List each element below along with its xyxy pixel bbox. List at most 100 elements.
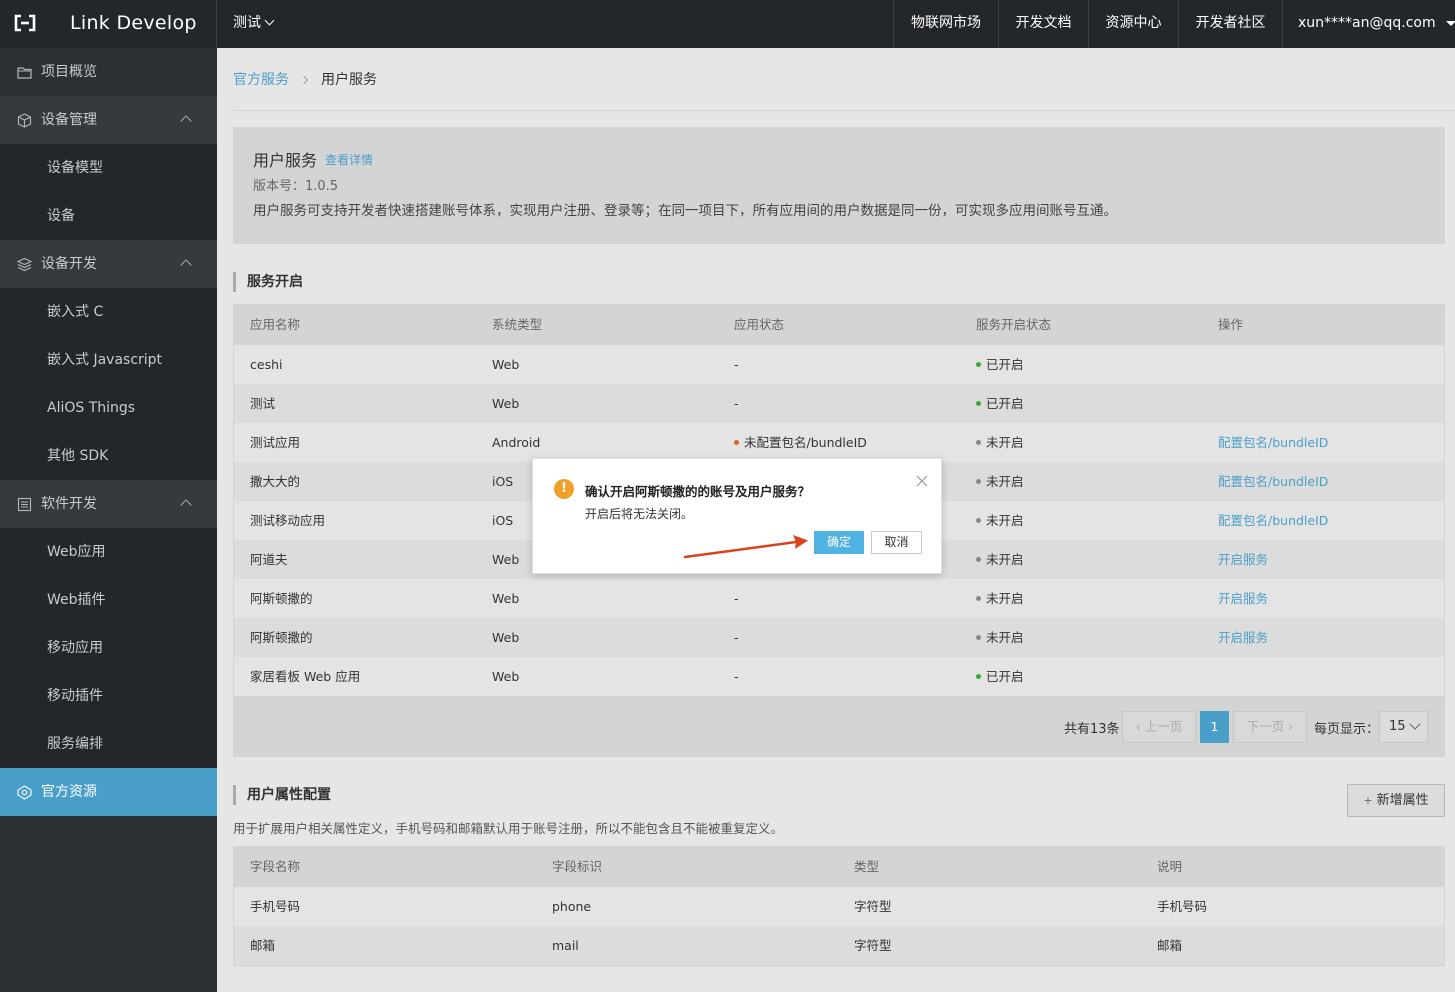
status-dot-icon: [976, 596, 981, 601]
sidebar-item-label: 设备开发: [41, 256, 97, 272]
service-status: 已开启: [976, 384, 1024, 423]
list-icon: [17, 497, 32, 512]
sidebar-item-device-model[interactable]: 设备模型: [0, 144, 217, 192]
config-bundle-link[interactable]: 配置包名/bundleID: [1218, 462, 1328, 501]
cancel-button[interactable]: 取消: [871, 531, 922, 554]
section-title-service-enable: 服务开启: [233, 272, 303, 292]
app-status: -: [734, 669, 739, 684]
field-name: 手机号码: [250, 899, 301, 914]
nav-dev-docs[interactable]: 开发文档: [999, 0, 1088, 48]
sidebar-item-mobile-plugin[interactable]: 移动插件: [0, 672, 217, 720]
config-bundle-link[interactable]: 配置包名/bundleID: [1218, 501, 1328, 540]
table-row: 阿斯顿撒的 Web - 未开启 开启服务: [234, 618, 1444, 657]
sidebar-group-software-dev[interactable]: 软件开发: [0, 480, 217, 528]
nav-dev-community[interactable]: 开发者社区: [1179, 0, 1282, 48]
table-row: 邮箱 mail 字符型 邮箱: [234, 926, 1444, 965]
sidebar-item-label: 嵌入式 Javascript: [47, 352, 163, 368]
prev-page-button[interactable]: ‹ 上一页: [1122, 711, 1196, 743]
status-dot-icon: [734, 440, 739, 445]
chevron-right-icon: ›: [1284, 719, 1294, 734]
chevron-right-icon: [299, 75, 309, 85]
sidebar-item-label: 移动应用: [47, 640, 103, 656]
chevron-up-icon: [180, 115, 192, 127]
sidebar-item-device[interactable]: 设备: [0, 192, 217, 240]
sidebar-item-overview[interactable]: 项目概览: [0, 48, 217, 96]
section-title-user-attributes: 用户属性配置: [233, 785, 331, 805]
column-header: 说明: [1157, 859, 1183, 874]
nav-resource-center[interactable]: 资源中心: [1089, 0, 1178, 48]
sidebar-item-service-orchestration[interactable]: 服务编排: [0, 720, 217, 768]
service-description: 用户服务可支持开发者快速搭建账号体系，实现用户注册、登录等；在同一项目下，所有应…: [253, 203, 1117, 219]
plus-icon: +: [1363, 794, 1373, 807]
status-dot-icon: [976, 518, 981, 523]
page-size-select[interactable]: 15: [1379, 711, 1428, 743]
sidebar-item-label: 官方资源: [41, 784, 97, 800]
pagination-total: 共有13条: [1064, 722, 1120, 737]
status-dot-icon: [976, 440, 981, 445]
sidebar-item-other-sdk[interactable]: 其他 SDK: [0, 432, 217, 480]
logo-icon[interactable]: [12, 12, 38, 34]
sidebar-item-label: Web应用: [47, 544, 106, 560]
sidebar-item-label: 服务编排: [47, 736, 103, 752]
service-status-text: 未开启: [986, 630, 1024, 645]
column-header: 应用名称: [250, 317, 301, 332]
sidebar-item-embedded-c[interactable]: 嵌入式 C: [0, 288, 217, 336]
status-dot-icon: [976, 362, 981, 367]
sidebar-item-alios-things[interactable]: AliOS Things: [0, 384, 217, 432]
column-header: 操作: [1218, 317, 1244, 332]
view-details-link[interactable]: 查看详情: [325, 151, 373, 168]
user-account[interactable]: xun****an@qq.com: [1298, 0, 1436, 48]
service-status-text: 已开启: [986, 357, 1024, 372]
chevron-up-icon: [180, 499, 192, 511]
divider: [1282, 0, 1283, 48]
sidebar-group-device-management[interactable]: 设备管理: [0, 96, 217, 144]
app-name: ceshi: [250, 357, 283, 372]
service-status: 已开启: [976, 345, 1024, 384]
layers-icon: [17, 257, 32, 272]
sidebar-item-web-app[interactable]: Web应用: [0, 528, 217, 576]
breadcrumb-link-official-services[interactable]: 官方服务: [233, 72, 289, 88]
close-icon[interactable]: [914, 473, 930, 489]
config-bundle-link[interactable]: 配置包名/bundleID: [1218, 423, 1328, 462]
sidebar-item-official-resources[interactable]: 官方资源: [0, 768, 217, 816]
caret-down-icon[interactable]: [1446, 21, 1455, 26]
project-selector[interactable]: 测试: [233, 0, 275, 48]
chevron-down-icon: [264, 15, 275, 26]
sidebar-group-device-dev[interactable]: 设备开发: [0, 240, 217, 288]
service-status-text: 未开启: [986, 552, 1024, 567]
enable-service-link[interactable]: 开启服务: [1218, 579, 1268, 618]
sidebar-item-embedded-js[interactable]: 嵌入式 Javascript: [0, 336, 217, 384]
enable-service-link[interactable]: 开启服务: [1218, 540, 1268, 579]
annotation-arrow-icon: [683, 535, 808, 559]
app-name: 家居看板 Web 应用: [250, 669, 361, 684]
next-page-button[interactable]: 下一页 ›: [1233, 711, 1307, 743]
app-status-text: 未配置包名/bundleID: [744, 435, 867, 450]
sidebar-item-label: 其他 SDK: [47, 448, 109, 464]
add-attribute-button[interactable]: + 新增属性: [1347, 784, 1445, 817]
sidebar-item-web-plugin[interactable]: Web插件: [0, 576, 217, 624]
attribute-description: 用于扩展用户相关属性定义，手机号码和邮箱默认用于账号注册，所以不能包含且不能被重…: [233, 821, 784, 836]
table-row: 家居看板 Web 应用 Web - 已开启: [234, 657, 1444, 696]
table-row: 测试应用 Android 未配置包名/bundleID 未开启 配置包名/bun…: [234, 423, 1444, 462]
system-type: Android: [492, 435, 541, 450]
page-number-button[interactable]: 1: [1200, 711, 1229, 743]
sidebar-item-label: AliOS Things: [47, 400, 136, 416]
service-version: 版本号：1.0.5: [253, 179, 339, 194]
field-desc: 邮箱: [1157, 938, 1183, 953]
system-type: Web: [492, 396, 520, 411]
app-name: 测试应用: [250, 435, 301, 450]
brand-title[interactable]: Link Develop: [70, 0, 197, 48]
enable-service-link[interactable]: 开启服务: [1218, 618, 1268, 657]
sidebar-item-label: 移动插件: [47, 688, 103, 704]
status-dot-icon: [976, 635, 981, 640]
sidebar-item-mobile-app[interactable]: 移动应用: [0, 624, 217, 672]
confirm-button[interactable]: 确定: [814, 531, 864, 554]
service-status-text: 已开启: [986, 396, 1024, 411]
app-status: -: [734, 630, 739, 645]
breadcrumb-current: 用户服务: [321, 72, 377, 88]
nav-iot-market[interactable]: 物联网市场: [894, 0, 998, 48]
service-status: 未开启: [976, 501, 1024, 540]
service-status-text: 未开启: [986, 435, 1024, 450]
system-type: iOS: [492, 513, 514, 528]
app-name: 阿道夫: [250, 552, 288, 567]
